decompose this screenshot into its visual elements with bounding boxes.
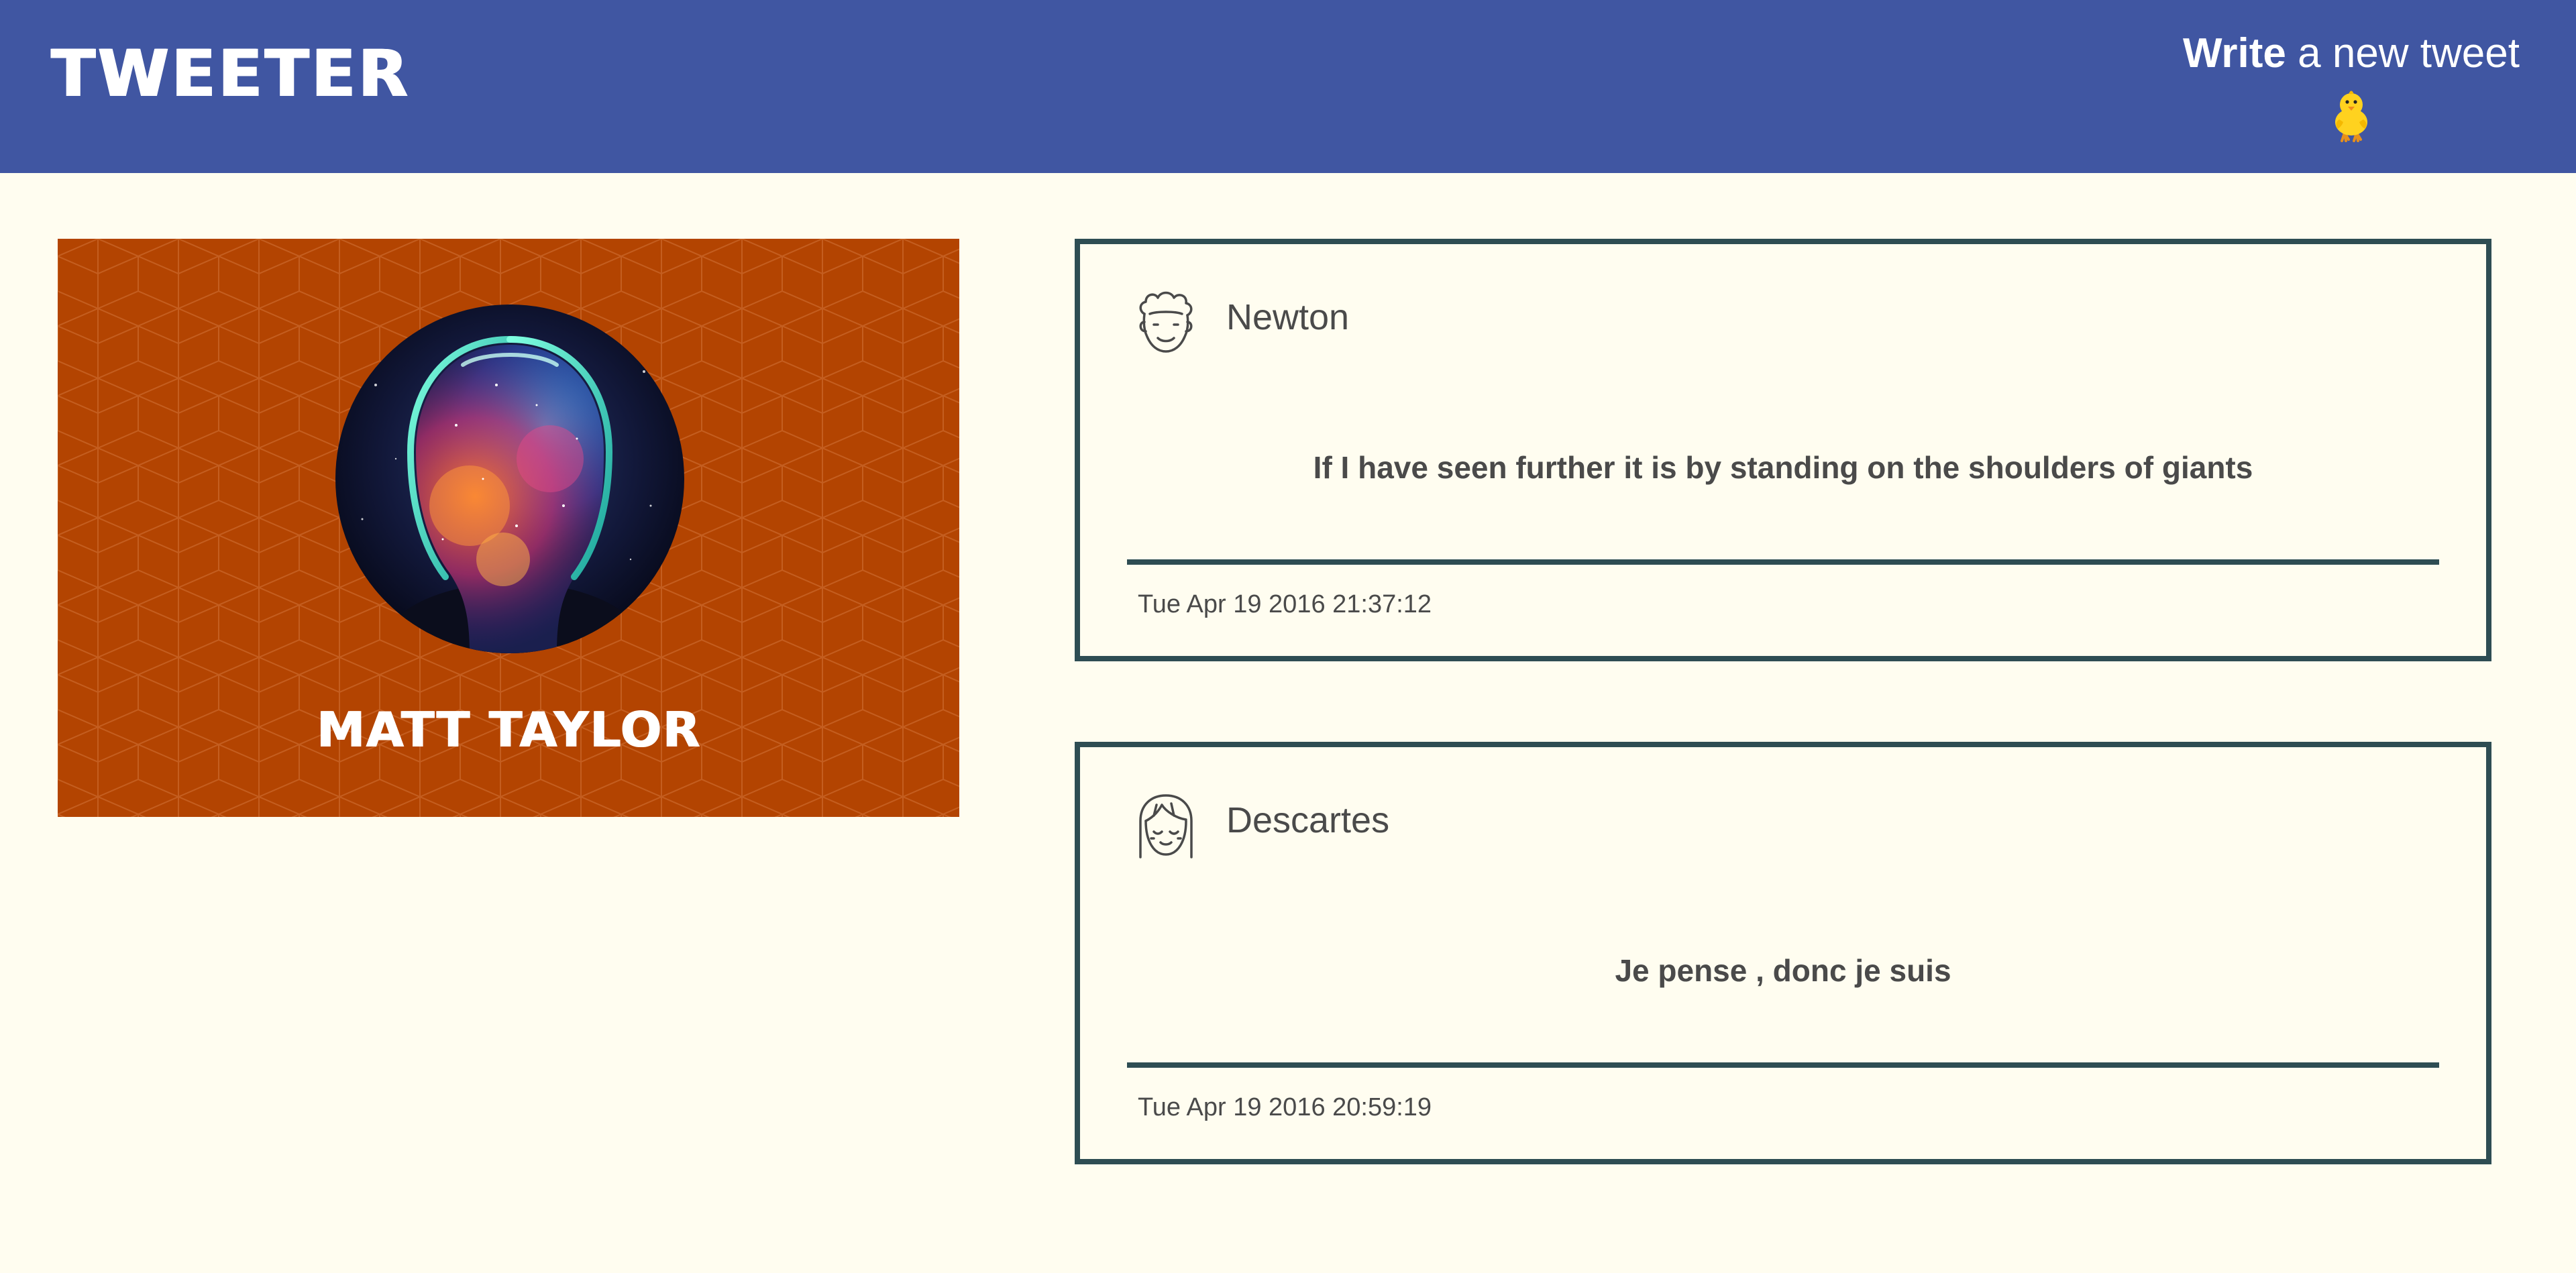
tweet-timestamp: Tue Apr 19 2016 20:59:19	[1138, 1093, 1432, 1121]
cosmic-head-avatar-icon	[335, 305, 684, 653]
curly-hair-face-icon	[1139, 291, 1193, 353]
compose-label-bold[interactable]: Write	[2183, 30, 2286, 76]
tweet-username[interactable]: Newton	[1226, 296, 1349, 338]
tweet-content: If I have seen further it is by standing…	[1313, 450, 2253, 485]
compose-label[interactable]: Write a new tweet	[2183, 30, 2520, 76]
tweet-divider	[1127, 559, 2439, 565]
navbar: TWEETER Write a new tweet	[0, 0, 2576, 173]
compose-tweet-button[interactable]: Write a new tweet	[2183, 30, 2520, 143]
profile-card: MATT TAYLOR	[58, 239, 959, 817]
compose-label-rest[interactable]: a new tweet	[2286, 30, 2520, 76]
tweet-username[interactable]: Descartes	[1226, 799, 1389, 841]
bangs-face-icon	[1139, 794, 1193, 859]
tweet-divider	[1127, 1062, 2439, 1068]
brand-logo[interactable]: TWEETER	[51, 42, 411, 106]
profile-name: MATT TAYLOR	[316, 702, 701, 758]
chick-icon[interactable]	[2327, 89, 2375, 143]
tweet-timestamp: Tue Apr 19 2016 21:37:12	[1138, 590, 1432, 618]
tweet-card: Descartes Je pense , donc je suis Tue Ap…	[1075, 742, 2491, 1164]
profile-avatar	[335, 305, 684, 653]
tweet-content: Je pense , donc je suis	[1615, 953, 1951, 988]
tweet-card: Newton If I have seen further it is by s…	[1075, 239, 2491, 661]
